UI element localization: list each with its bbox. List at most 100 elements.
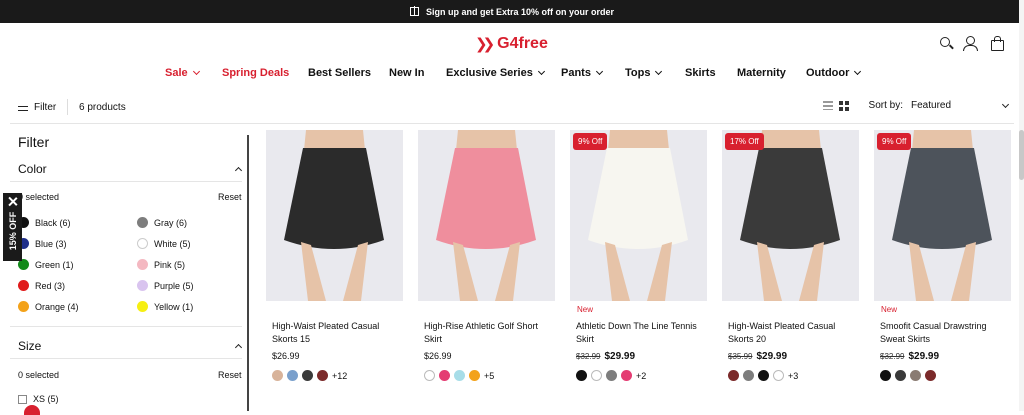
chevron-down-icon[interactable] [1001, 100, 1010, 108]
regular-price: $26.99 [272, 351, 300, 361]
product-card[interactable]: High-Waist Pleated Casual Skorts 15 $26.9… [266, 130, 403, 411]
product-count: 6 products [79, 102, 126, 113]
search-icon[interactable] [940, 37, 950, 47]
product-card[interactable]: High-Rise Athletic Golf Short Skirt $26.9… [418, 130, 555, 411]
color-swatch[interactable] [302, 370, 313, 381]
color-option[interactable]: White (5) [137, 238, 191, 249]
color-swatch[interactable] [287, 370, 298, 381]
more-colors[interactable]: +3 [788, 371, 798, 381]
grid-view-icon[interactable] [838, 100, 849, 111]
color-swatch[interactable] [424, 370, 435, 381]
color-swatch-icon[interactable] [137, 301, 148, 312]
size-option-label: XS (5) [33, 394, 59, 404]
color-option[interactable]: Pink (5) [137, 259, 185, 270]
color-swatch[interactable] [743, 370, 754, 381]
promo-tab[interactable]: 15% OFF [3, 193, 22, 261]
compare-price: $35.99 [728, 352, 753, 361]
chevron-down-icon [192, 67, 200, 76]
product-photo [266, 130, 403, 301]
size-option-xs[interactable]: XS (5) [18, 394, 59, 404]
nav-item-6[interactable]: Tops [625, 67, 663, 79]
nav-item-0[interactable]: Sale [165, 67, 200, 79]
regular-price: $26.99 [424, 351, 452, 361]
color-reset-link[interactable]: Reset [218, 192, 242, 202]
color-swatch-icon[interactable] [137, 280, 148, 291]
sidebar-scrollbar[interactable] [247, 135, 249, 411]
account-icon[interactable] [963, 36, 978, 51]
list-view-icon[interactable] [822, 101, 833, 110]
color-swatch[interactable] [910, 370, 921, 381]
color-option[interactable]: Yellow (1) [137, 301, 193, 312]
nav-item-label: New In [389, 67, 425, 79]
color-swatch-icon[interactable] [137, 238, 148, 249]
product-image[interactable] [722, 130, 859, 301]
more-colors[interactable]: +5 [484, 371, 494, 381]
chevron-down-icon [854, 67, 862, 76]
product-card[interactable]: 17% Off High-Waist Pleated Casual Skorts … [722, 130, 859, 411]
size-reset-link[interactable]: Reset [218, 370, 242, 380]
sale-price: $29.99 [756, 351, 788, 362]
product-name[interactable]: Athletic Down The Line Tennis Skirt [576, 320, 704, 346]
color-option[interactable]: Purple (5) [137, 280, 194, 291]
page-scroll-thumb[interactable] [1019, 130, 1024, 180]
chevron-up-icon[interactable] [234, 343, 243, 352]
color-swatch[interactable] [469, 370, 480, 381]
nav-item-8[interactable]: Maternity [737, 67, 786, 79]
color-option[interactable]: Gray (6) [137, 217, 187, 228]
product-name[interactable]: Smoofit Casual Drawstring Sweat Skirts [880, 320, 1008, 346]
color-swatch-icon[interactable] [18, 301, 29, 312]
color-swatch[interactable] [272, 370, 283, 381]
nav-item-2[interactable]: Best Sellers [308, 67, 371, 79]
product-name[interactable]: High-Rise Athletic Golf Short Skirt [424, 320, 552, 346]
nav-item-5[interactable]: Pants [561, 67, 604, 79]
color-option[interactable]: Red (3) [18, 280, 65, 291]
color-swatch[interactable] [728, 370, 739, 381]
color-swatch[interactable] [317, 370, 328, 381]
color-swatch[interactable] [773, 370, 784, 381]
color-option[interactable]: Orange (4) [18, 301, 79, 312]
color-swatch[interactable] [880, 370, 891, 381]
page-scrollbar[interactable] [1019, 0, 1024, 411]
color-option[interactable]: Green (1) [18, 259, 74, 270]
color-swatch-icon[interactable] [137, 259, 148, 270]
checkbox-icon[interactable] [18, 394, 27, 404]
product-image[interactable] [570, 130, 707, 301]
product-image[interactable] [874, 130, 1011, 301]
color-swatch[interactable] [591, 370, 602, 381]
color-swatch-icon[interactable] [137, 217, 148, 228]
color-swatch[interactable] [439, 370, 450, 381]
product-name[interactable]: High-Waist Pleated Casual Skorts 20 [728, 320, 856, 346]
product-image[interactable] [418, 130, 555, 301]
color-swatch-icon[interactable] [18, 280, 29, 291]
nav-item-3[interactable]: New In [389, 67, 424, 79]
color-swatch[interactable] [576, 370, 587, 381]
close-icon[interactable] [8, 197, 17, 206]
product-name[interactable]: High-Waist Pleated Casual Skorts 15 [272, 320, 400, 346]
nav-item-1[interactable]: Spring Deals [222, 67, 289, 79]
product-card[interactable]: 9% Off New Smoofit Casual Drawstring Sweat… [874, 130, 1011, 411]
more-colors[interactable]: +2 [636, 371, 646, 381]
nav-item-4[interactable]: Exclusive Series [446, 67, 545, 79]
sort-select[interactable]: Featured [911, 100, 1003, 111]
brand-logo[interactable]: ❯❯ G4free [475, 35, 548, 53]
announcement-bar[interactable]: Sign up and get Extra 10% off on your or… [0, 0, 1024, 23]
color-swatch[interactable] [895, 370, 906, 381]
color-option[interactable]: Black (6) [18, 217, 71, 228]
color-option[interactable]: Blue (3) [18, 238, 67, 249]
color-swatch[interactable] [925, 370, 936, 381]
product-image[interactable] [266, 130, 403, 301]
color-swatch[interactable] [621, 370, 632, 381]
color-swatch[interactable] [454, 370, 465, 381]
color-swatch[interactable] [606, 370, 617, 381]
product-card[interactable]: 9% Off New Athletic Down The Line Tennis S… [570, 130, 707, 411]
cart-icon[interactable] [990, 36, 1004, 51]
color-swatch[interactable] [758, 370, 769, 381]
size-filter-heading[interactable]: Size [18, 339, 41, 353]
more-colors[interactable]: +12 [332, 371, 347, 381]
filter-toggle-button[interactable]: Filter [18, 102, 56, 113]
chat-icon[interactable] [24, 405, 40, 415]
nav-item-7[interactable]: Skirts [685, 67, 716, 79]
color-filter-heading[interactable]: Color [18, 162, 47, 176]
chevron-up-icon[interactable] [234, 166, 243, 175]
nav-item-9[interactable]: Outdoor [806, 67, 862, 79]
